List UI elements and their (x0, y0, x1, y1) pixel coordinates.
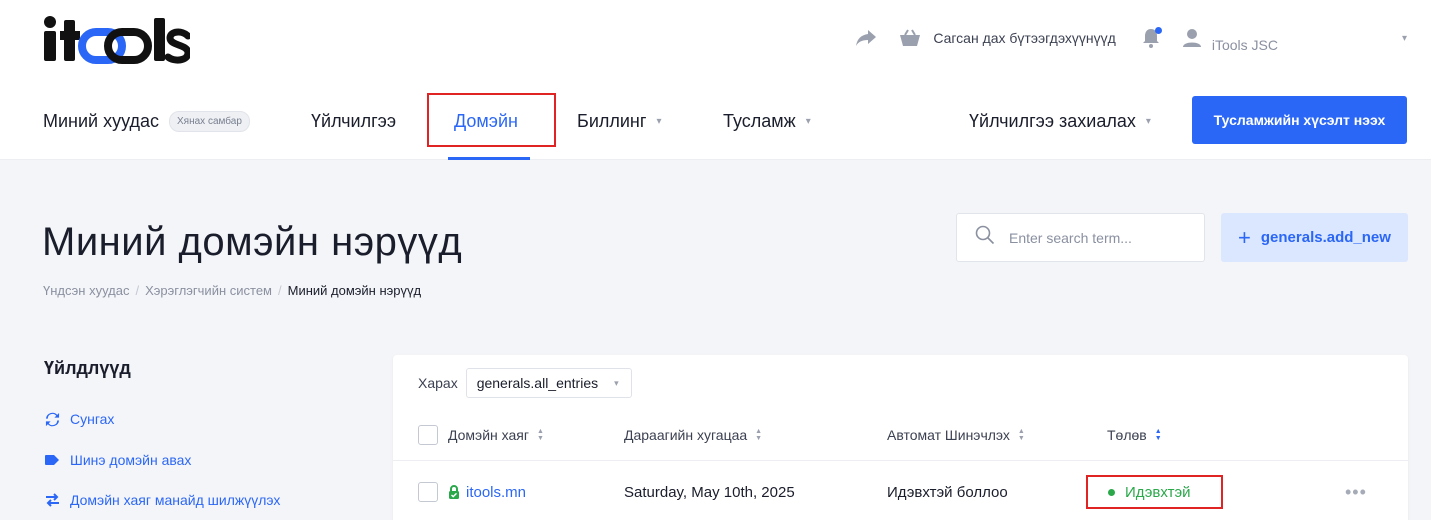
nav-order-label: Үйлчилгээ захиалах (969, 110, 1136, 131)
action-renew-label: Сунгах (70, 411, 115, 427)
breadcrumb: Үндсэн хуудас / Хэрэглэгчийн систем / Миний … (43, 283, 421, 298)
next-due-cell: Saturday, May 10th, 2025 (624, 483, 795, 501)
itools-logo[interactable] (42, 14, 190, 64)
dashboard-badge: Хянах самбар (169, 110, 250, 132)
nav-home-label: Миний хуудас (43, 110, 160, 131)
basket-icon[interactable] (899, 29, 921, 47)
lock-icon (448, 485, 460, 499)
nav-billing-label: Биллинг (577, 110, 647, 131)
chevron-down-icon: ▾ (614, 377, 619, 388)
breadcrumb-home[interactable]: Үндсэн хуудас (43, 283, 129, 298)
auto-renew-cell: Идэвхтэй боллоо (887, 483, 1008, 501)
view-filter-value: generals.all_entries (476, 375, 599, 391)
search-box[interactable] (956, 213, 1205, 262)
search-icon (975, 225, 995, 250)
column-header-next-due-label: Дараагийн хугацаа (624, 427, 748, 443)
column-header-status-label: Төлөв (1107, 427, 1147, 443)
nav-item-services[interactable]: Үйлчилгээ (311, 96, 396, 146)
plus-icon: + (1238, 224, 1251, 250)
open-support-ticket-button[interactable]: Тусламжийн хүсэлт нээх (1192, 96, 1407, 144)
highlight-box-domain-nav (427, 93, 556, 147)
column-header-next-due[interactable]: Дараагийн хугацаа ▲ ▼ (624, 425, 762, 445)
share-arrow-icon[interactable] (855, 29, 877, 47)
table-row-domain-cell: itools.mn (418, 480, 526, 504)
action-new-domain[interactable]: Шинэ домэйн авах (44, 452, 191, 468)
nav-item-order-service[interactable]: Үйлчилгээ захиалах ▾ (969, 96, 1151, 146)
chevron-down-icon: ▾ (656, 115, 662, 127)
breadcrumb-current: Миний домэйн нэрүүд (287, 283, 422, 298)
column-header-domain-label: Домэйн хаяг (448, 427, 529, 443)
page-title: Миний домэйн нэрүүд (42, 220, 463, 264)
actions-title: Үйлдлүүд (44, 358, 131, 378)
transfer-icon (44, 493, 60, 507)
account-name[interactable]: iTools JSC (1212, 37, 1278, 53)
row-actions-menu-icon[interactable]: ••• (1345, 480, 1367, 504)
sort-icon: ▲ ▼ (1154, 428, 1162, 442)
site-header: Сагсан дах бүтээгдэхүүнүүд iTools JSC ▾ … (0, 0, 1431, 160)
column-header-auto-renew-label: Автомат Шинэчлэх (887, 427, 1010, 443)
tag-icon (44, 455, 60, 465)
nav-item-billing[interactable]: Биллинг ▾ (577, 96, 661, 146)
column-header-auto-renew[interactable]: Автомат Шинэчлэх ▲ ▼ (887, 425, 1025, 445)
view-filter-label: Харах (418, 375, 458, 391)
action-transfer-label: Домэйн хаяг манайд шилжүүлэх (70, 492, 281, 508)
view-filter: Харах generals.all_entries ▾ (418, 368, 632, 398)
select-all-checkbox[interactable] (418, 425, 438, 445)
table-divider (393, 460, 1408, 461)
domains-table-card: Харах generals.all_entries ▾ Домэйн хаяг… (393, 355, 1408, 520)
row-checkbox[interactable] (418, 482, 438, 502)
refresh-icon (44, 412, 60, 427)
cart-label[interactable]: Сагсан дах бүтээгдэхүүнүүд (933, 30, 1116, 46)
active-tab-underline (448, 157, 530, 160)
sort-icon: ▲ ▼ (536, 428, 544, 442)
chevron-down-icon: ▾ (805, 115, 811, 127)
sort-icon: ▲ ▼ (1017, 428, 1025, 442)
action-new-domain-label: Шинэ домэйн авах (70, 452, 192, 468)
search-input[interactable] (1009, 229, 1189, 246)
highlight-box-status (1086, 475, 1223, 509)
bell-icon[interactable] (1142, 27, 1162, 48)
nav-item-home[interactable]: Миний хуудас Хянах самбар (43, 96, 250, 146)
chevron-down-icon[interactable]: ▾ (1402, 33, 1407, 44)
column-header-status[interactable]: Төлөв ▲ ▼ (1107, 425, 1162, 445)
breadcrumb-client-area[interactable]: Хэрэглэгчийн систем (145, 283, 272, 298)
add-new-label: generals.add_new (1260, 229, 1391, 246)
header-toolbar: Сагсан дах бүтээгдэхүүнүүд iTools JSC ▾ (855, 20, 1407, 56)
action-renew[interactable]: Сунгах (44, 411, 114, 427)
nav-item-help[interactable]: Тусламж ▾ (723, 96, 811, 146)
column-header-domain[interactable]: Домэйн хаяг ▲ ▼ (418, 425, 544, 445)
nav-services-label: Үйлчилгээ (311, 110, 397, 131)
domain-link[interactable]: itools.mn (466, 484, 526, 501)
breadcrumb-separator: / (135, 283, 140, 298)
user-icon[interactable] (1182, 28, 1202, 48)
notification-dot (1154, 27, 1162, 34)
chevron-down-icon: ▾ (1145, 115, 1151, 127)
breadcrumb-separator: / (278, 283, 282, 298)
view-filter-select[interactable]: generals.all_entries ▾ (465, 368, 632, 398)
action-transfer-domain[interactable]: Домэйн хаяг манайд шилжүүлэх (44, 492, 280, 508)
nav-help-label: Тусламж (723, 110, 796, 131)
add-new-button[interactable]: + generals.add_new (1221, 213, 1408, 262)
sort-icon: ▲ ▼ (755, 428, 763, 442)
